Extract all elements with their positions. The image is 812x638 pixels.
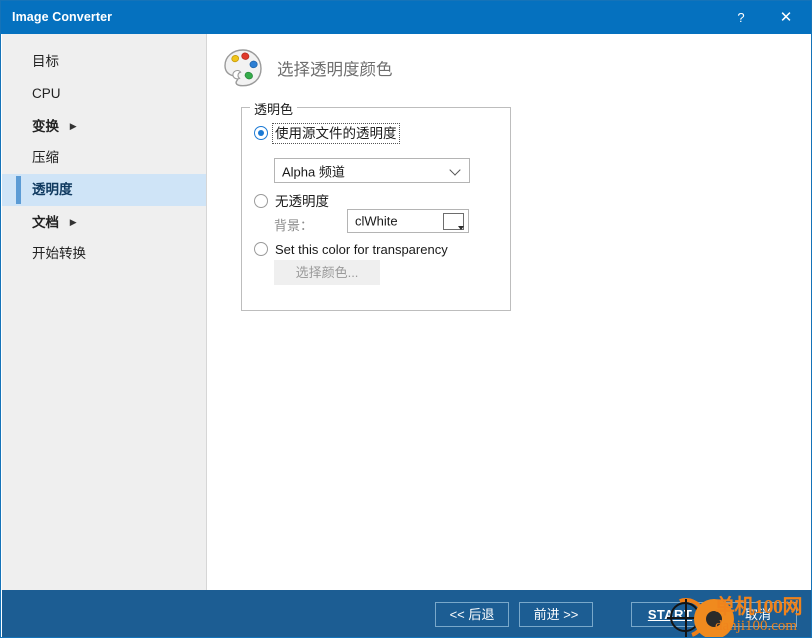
sidebar-item-label: CPU — [32, 86, 61, 101]
back-button[interactable]: << 后退 — [435, 602, 509, 627]
sidebar-item-cpu[interactable]: CPU — [2, 78, 206, 110]
start-button[interactable]: START — [631, 602, 709, 627]
sidebar-item-label: 透明度 — [32, 182, 73, 197]
radio-indicator[interactable] — [254, 242, 268, 256]
start-button-label: START — [647, 607, 693, 622]
background-label: 背景： — [274, 218, 314, 233]
sidebar-item-start-convert[interactable]: 开始转换 — [2, 238, 206, 270]
group-legend: 透明色 — [250, 99, 298, 118]
sidebar-item-compression[interactable]: 压缩 — [2, 142, 206, 174]
next-button[interactable]: 前进 >> — [519, 602, 593, 627]
sidebar-item-transform[interactable]: 变换 ▶ — [2, 110, 206, 142]
sidebar: 目标 CPU 变换 ▶ 压缩 透明度 文档 ▶ 开始转换 — [2, 34, 207, 590]
help-button[interactable]: ? — [718, 1, 764, 34]
image-converter-window: Image Converter ? ✕ 目标 CPU 变换 ▶ 压缩 透明度 文… — [0, 0, 812, 638]
radio-label: Set this color for transparency — [275, 242, 448, 257]
sidebar-item-transparency[interactable]: 透明度 — [2, 174, 206, 206]
radio-indicator[interactable] — [254, 194, 268, 208]
alpha-channel-combo[interactable]: Alpha 频道 — [274, 158, 470, 183]
sidebar-item-label: 目标 — [32, 54, 59, 69]
sidebar-item-label: 变换 — [32, 119, 59, 134]
close-button[interactable]: ✕ — [763, 1, 809, 34]
palette-icon — [224, 49, 262, 87]
cancel-button[interactable]: 取消 — [719, 602, 797, 627]
chevron-down-icon — [451, 166, 460, 175]
sidebar-item-label: 文档 — [32, 215, 59, 230]
footer-bar: << 后退 前进 >> START 取消 — [2, 590, 811, 637]
chevron-right-icon: ▶ — [69, 217, 77, 227]
sidebar-item-document[interactable]: 文档 ▶ — [2, 206, 206, 238]
radio-indicator[interactable] — [254, 126, 268, 140]
page-title: 选择透明度颜色 — [277, 61, 393, 79]
transparency-color-group: 透明色 使用源文件的透明度 Alpha 频道 无透明度 背景： clWhite — [241, 99, 511, 311]
radio-label: 使用源文件的透明度 — [272, 123, 400, 144]
sidebar-item-label: 开始转换 — [32, 246, 86, 261]
pick-color-button[interactable]: 选择颜色... — [274, 260, 380, 285]
sidebar-item-label: 压缩 — [32, 150, 59, 165]
background-color-value: clWhite — [355, 213, 398, 229]
sidebar-item-target[interactable]: 目标 — [2, 46, 206, 78]
dropdown-arrow-icon — [458, 226, 464, 230]
chevron-right-icon: ▶ — [69, 121, 77, 131]
titlebar: Image Converter ? ✕ — [1, 1, 811, 34]
alpha-channel-value: Alpha 频道 — [282, 164, 345, 179]
radio-label: 无透明度 — [275, 194, 329, 209]
content-pane: 选择透明度颜色 透明色 使用源文件的透明度 Alpha 频道 无透明度 背景： … — [207, 34, 811, 590]
background-color-combo[interactable]: clWhite — [347, 209, 469, 233]
window-title: Image Converter — [12, 10, 113, 24]
